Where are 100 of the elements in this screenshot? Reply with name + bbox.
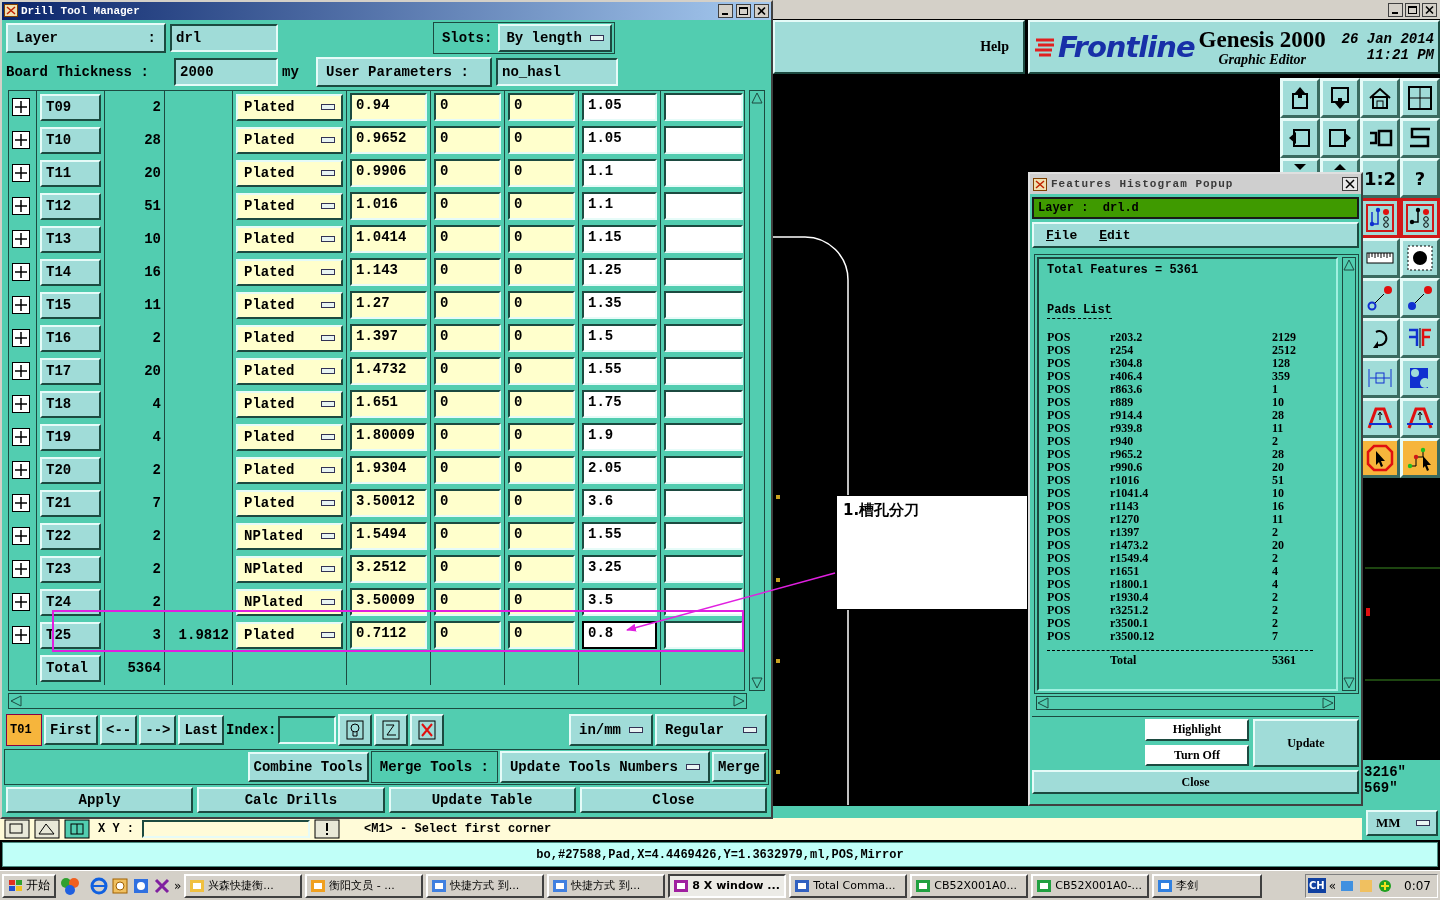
- drill-size-field[interactable]: 1.25: [582, 258, 657, 287]
- merge-button[interactable]: Merge: [712, 752, 766, 783]
- input-field[interactable]: 0: [508, 588, 575, 617]
- vertical-scrollbar[interactable]: [749, 89, 765, 692]
- units-dropdown[interactable]: MM: [1366, 810, 1438, 836]
- drill-size-field[interactable]: 3.6: [582, 489, 657, 518]
- update-button[interactable]: Update: [1253, 719, 1359, 767]
- input-field[interactable]: [664, 324, 743, 353]
- expand-icon[interactable]: [12, 461, 30, 480]
- finish-size-field[interactable]: 1.9304: [350, 456, 427, 485]
- vertical-scrollbar[interactable]: [1342, 257, 1356, 691]
- toolbar-button[interactable]: [1400, 198, 1440, 238]
- type-dropdown[interactable]: Plated: [236, 456, 343, 484]
- help-menu[interactable]: Help: [980, 39, 1009, 55]
- highlight-button[interactable]: Highlight: [1145, 719, 1249, 741]
- type-dropdown[interactable]: Plated: [236, 390, 343, 418]
- drill-size-field[interactable]: 1.35: [582, 291, 657, 320]
- close-icon[interactable]: [1342, 177, 1358, 191]
- expand-icon[interactable]: [12, 164, 30, 183]
- tool-button[interactable]: T12: [40, 192, 101, 220]
- turn-off-button[interactable]: Turn Off: [1145, 744, 1249, 766]
- user-parameters-button[interactable]: User Parameters :: [316, 56, 492, 87]
- type-dropdown[interactable]: Plated: [236, 357, 343, 385]
- tool-button[interactable]: T22: [40, 522, 101, 550]
- taskbar-item[interactable]: CB52X001A0...: [910, 873, 1029, 898]
- drill-size-field[interactable]: 1.75: [582, 390, 657, 419]
- finish-size-field[interactable]: 0.7112: [350, 621, 427, 650]
- taskbar-item[interactable]: 李剑: [1152, 873, 1263, 898]
- horizontal-scrollbar[interactable]: [1036, 696, 1335, 710]
- type-dropdown[interactable]: Plated: [236, 423, 343, 451]
- drill-size-field[interactable]: 1.9: [582, 423, 657, 452]
- input-field[interactable]: 0: [508, 192, 575, 221]
- input-field[interactable]: 0: [508, 258, 575, 287]
- units-dropdown[interactable]: in/mm: [569, 714, 653, 747]
- merge-mode-dropdown[interactable]: Update Tools Numbers: [499, 751, 710, 784]
- tool-button[interactable]: T15: [40, 291, 101, 319]
- type-dropdown[interactable]: Plated: [236, 192, 343, 220]
- action-button[interactable]: Apply: [6, 787, 194, 814]
- finish-size-field[interactable]: 1.4732: [350, 357, 427, 386]
- expand-icon[interactable]: [12, 131, 30, 150]
- drill-size-field[interactable]: 1.55: [582, 357, 657, 386]
- toolbar-button[interactable]: [1360, 198, 1400, 238]
- tool-button[interactable]: T21: [40, 489, 101, 517]
- tool-button[interactable]: T10: [40, 126, 101, 154]
- tool-button[interactable]: T11: [40, 159, 101, 187]
- finish-size-field[interactable]: 1.143: [350, 258, 427, 287]
- tool-button[interactable]: T24: [40, 588, 101, 616]
- clock-icon[interactable]: [111, 876, 129, 895]
- scroll-right-icon[interactable]: [1322, 697, 1334, 709]
- tool-button[interactable]: T17: [40, 357, 101, 385]
- expand-icon[interactable]: [12, 494, 30, 513]
- input-field[interactable]: 0: [434, 555, 501, 584]
- expand-icon[interactable]: [12, 329, 30, 348]
- layer-field[interactable]: drl: [170, 23, 278, 52]
- taskbar-item[interactable]: 兴森快捷衡...: [184, 873, 303, 898]
- input-field[interactable]: 0: [434, 489, 501, 518]
- input-field[interactable]: [664, 456, 743, 485]
- tray-expand[interactable]: «: [1328, 878, 1337, 893]
- help-button[interactable]: ?: [1400, 158, 1440, 198]
- drill-size-field[interactable]: 1.15: [582, 225, 657, 254]
- finish-size-field[interactable]: 3.2512: [350, 555, 427, 584]
- drill-size-field[interactable]: 2.05: [582, 456, 657, 485]
- input-field[interactable]: 0: [434, 522, 501, 551]
- input-field[interactable]: 0: [508, 456, 575, 485]
- type-dropdown[interactable]: Plated: [236, 489, 343, 517]
- type-dropdown[interactable]: Plated: [236, 258, 343, 286]
- maximize-icon[interactable]: [1405, 2, 1420, 17]
- type-dropdown[interactable]: Plated: [236, 159, 343, 187]
- tool-button[interactable]: T16: [40, 324, 101, 352]
- type-dropdown[interactable]: NPlated: [236, 555, 343, 583]
- input-field[interactable]: 0: [434, 126, 501, 155]
- horizontal-scrollbar[interactable]: [8, 693, 747, 710]
- maximize-icon[interactable]: [736, 4, 751, 18]
- drill-size-field[interactable]: 1.5: [582, 324, 657, 353]
- finish-size-field[interactable]: 1.016: [350, 192, 427, 221]
- input-field[interactable]: [664, 621, 743, 650]
- more-button[interactable]: »: [174, 878, 182, 893]
- input-field[interactable]: 0: [434, 357, 501, 386]
- expand-icon[interactable]: [12, 626, 30, 645]
- input-field[interactable]: 0: [508, 423, 575, 452]
- input-field[interactable]: 0: [434, 93, 501, 122]
- input-field[interactable]: 0: [434, 456, 501, 485]
- input-field[interactable]: 0: [434, 258, 501, 287]
- taskbar-item[interactable]: 快捷方式 到...: [547, 873, 666, 898]
- nav-button[interactable]: Last: [178, 715, 225, 746]
- type-dropdown[interactable]: Plated: [236, 291, 343, 319]
- drill-size-field[interactable]: 0.8: [582, 621, 657, 650]
- tool-button[interactable]: T09: [40, 93, 101, 121]
- expand-icon[interactable]: [12, 395, 30, 414]
- expand-icon[interactable]: [12, 230, 30, 249]
- input-field[interactable]: [664, 192, 743, 221]
- layer-button[interactable]: Layer :: [6, 22, 166, 53]
- input-field[interactable]: 0: [508, 159, 575, 188]
- drill-size-field[interactable]: 1.1: [582, 159, 657, 188]
- close-icon[interactable]: [1422, 2, 1437, 17]
- language-indicator[interactable]: CH: [1308, 878, 1326, 893]
- finish-size-field[interactable]: 1.0414: [350, 225, 427, 254]
- finish-size-field[interactable]: 1.651: [350, 390, 427, 419]
- taskbar-item[interactable]: 8 X window ...: [668, 873, 787, 898]
- menu-item[interactable]: Edit: [1099, 227, 1131, 243]
